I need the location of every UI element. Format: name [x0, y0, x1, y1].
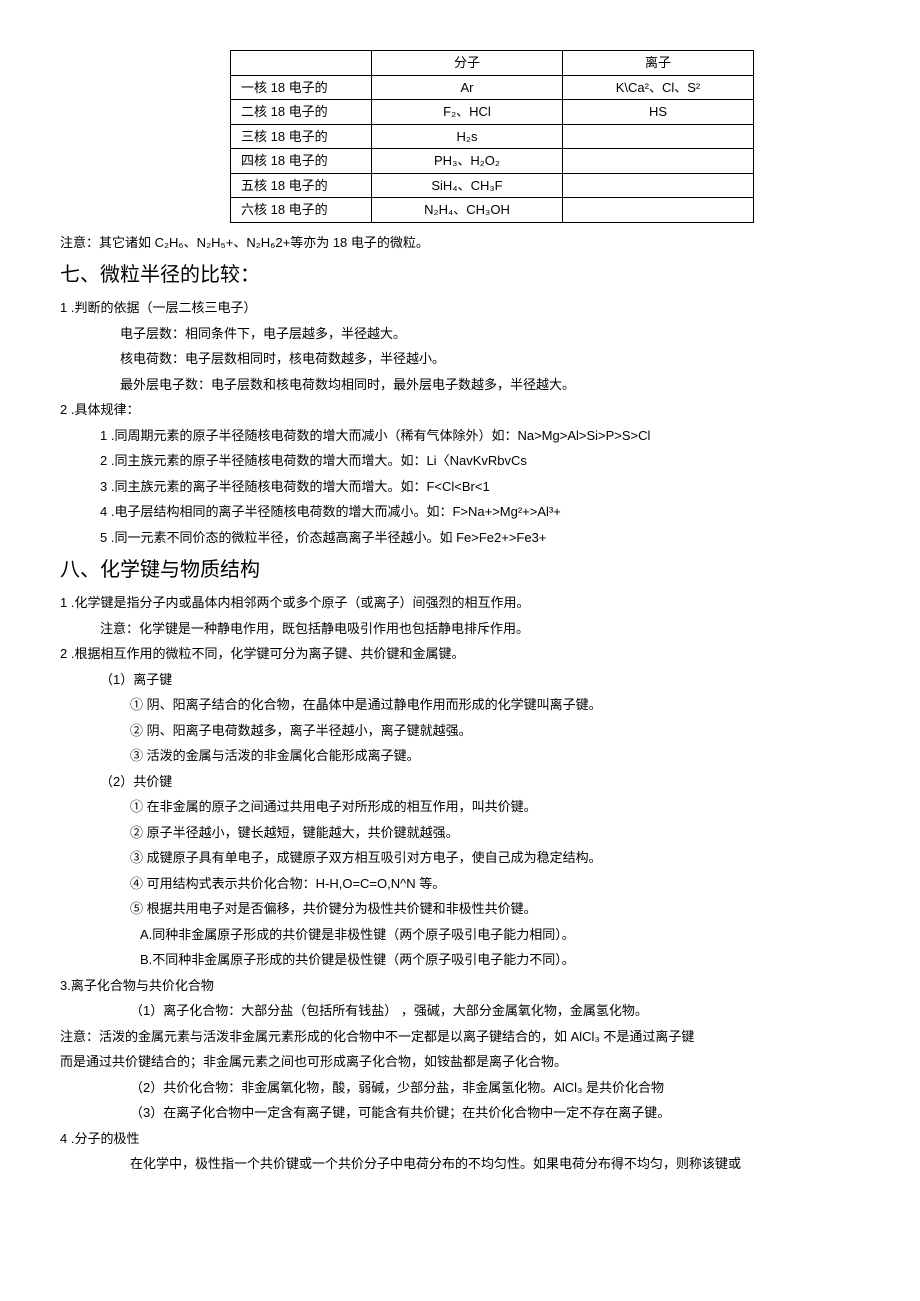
- para-8-2-2a: ① 在非金属的原子之间通过共用电子对所形成的相互作用，叫共价键。: [130, 797, 860, 817]
- header-molecule: 分子: [372, 51, 563, 76]
- para-8-1: 1 .化学键是指分子内或晶体内相邻两个或多个原子（或离子）间强烈的相互作用。: [60, 593, 860, 613]
- para-8-4a: 在化学中，极性指一个共价键或一个共价分子中电荷分布的不均匀性。如果电荷分布得不均…: [130, 1154, 860, 1174]
- para-8-3-note2: 而是通过共价键结合的；非金属元素之间也可形成离子化合物，如铵盐都是离子化合物。: [60, 1052, 860, 1072]
- row-label: 四核 18 电子的: [231, 149, 372, 174]
- cell-ion: [563, 124, 754, 149]
- cell-ion: HS: [563, 100, 754, 125]
- table-header-row: 分子 离子: [231, 51, 754, 76]
- para-8-3-1: （1）离子化合物：大部分盐（包括所有钱盐） ，强碱，大部分金属氧化物，金属氢化物…: [130, 1001, 860, 1021]
- table-row: 五核 18 电子的 SiH₄、CH₃F: [231, 173, 754, 198]
- para-8-4: 4 .分子的极性: [60, 1129, 860, 1149]
- row-label: 六核 18 电子的: [231, 198, 372, 223]
- para-7-1: 1 .判断的依据（一层二核三电子）: [60, 298, 860, 318]
- para-8-2-2d: ④ 可用结构式表示共价化合物：H-H,O=C=O,N^N 等。: [130, 874, 860, 894]
- para-8-3-2: （2）共价化合物：非金属氧化物，酸，弱碱，少部分盐，非金属氢化物。AlCl₃ 是…: [130, 1078, 860, 1098]
- para-7-2b: 2 .同主族元素的原子半径随核电荷数的增大而增大。如：Li〈NavKvRbvCs: [100, 451, 860, 471]
- row-label: 二核 18 电子的: [231, 100, 372, 125]
- para-8-3-3: （3）在离子化合物中一定含有离子键，可能含有共价键；在共价化合物中一定不存在离子…: [130, 1103, 860, 1123]
- para-7-2d: 4 .电子层结构相同的离子半径随核电荷数的增大而减小。如：F>Na+>Mg²+>…: [100, 502, 860, 522]
- para-8-2-1b: ② 阴、阳离子电荷数越多，离子半径越小，离子键就越强。: [130, 721, 860, 741]
- para-8-2-2e: ⑤ 根据共用电子对是否偏移，共价键分为极性共价键和非极性共价键。: [130, 899, 860, 919]
- note-other-particles: 注意：其它诸如 C₂H₆、N₂H₅+、N₂H₆2+等亦为 18 电子的微粒。: [60, 233, 860, 253]
- table-row: 三核 18 电子的 H₂s: [231, 124, 754, 149]
- row-label: 五核 18 电子的: [231, 173, 372, 198]
- para-7-2c: 3 .同主族元素的离子半径随核电荷数的增大而增大。如：F<Cl<Br<1: [100, 477, 860, 497]
- cell-mol: SiH₄、CH₃F: [372, 173, 563, 198]
- para-8-2-2A: A.同种非金属原子形成的共价键是非极性键（两个原子吸引电子能力相同）。: [140, 925, 860, 945]
- cell-mol: H₂s: [372, 124, 563, 149]
- cell-ion: K\Ca²、Cl、S²: [563, 75, 754, 100]
- cell-mol: F₂、HCl: [372, 100, 563, 125]
- para-7-1c: 最外层电子数：电子层数和核电荷数均相同时，最外层电子数越多，半径越大。: [120, 375, 860, 395]
- cell-mol: N₂H₄、CH₃OH: [372, 198, 563, 223]
- para-8-2-2: （2）共价键: [100, 772, 860, 792]
- electron-18-table: 分子 离子 一核 18 电子的 Ar K\Ca²、Cl、S² 二核 18 电子的…: [230, 50, 754, 223]
- cell-ion: [563, 149, 754, 174]
- table-row: 六核 18 电子的 N₂H₄、CH₃OH: [231, 198, 754, 223]
- cell-mol: Ar: [372, 75, 563, 100]
- table-row: 四核 18 电子的 PH₃、H₂O₂: [231, 149, 754, 174]
- table-row: 一核 18 电子的 Ar K\Ca²、Cl、S²: [231, 75, 754, 100]
- heading-section-7: 七、微粒半径的比较：: [60, 260, 860, 290]
- para-8-2-1c: ③ 活泼的金属与活泼的非金属化合能形成离子键。: [130, 746, 860, 766]
- para-8-3-note1: 注意：活泼的金属元素与活泼非金属元素形成的化合物中不一定都是以离子键结合的，如 …: [60, 1027, 860, 1047]
- heading-section-8: 八、化学键与物质结构: [60, 555, 860, 585]
- para-8-2-2B: B.不同种非金属原子形成的共价键是极性键（两个原子吸引电子能力不同）。: [140, 950, 860, 970]
- cell-ion: [563, 173, 754, 198]
- para-8-2: 2 .根据相互作用的微粒不同，化学键可分为离子键、共价键和金属键。: [60, 644, 860, 664]
- para-8-1-note: 注意：化学键是一种静电作用，既包括静电吸引作用也包括静电排斥作用。: [100, 619, 860, 639]
- para-7-2: 2 .具体规律：: [60, 400, 860, 420]
- para-8-3: 3.离子化合物与共价化合物: [60, 976, 860, 996]
- para-8-2-1a: ① 阴、阳离子结合的化合物，在晶体中是通过静电作用而形成的化学键叫离子键。: [130, 695, 860, 715]
- para-7-2e: 5 .同一元素不同价态的微粒半径，价态越高离子半径越小。如 Fe>Fe2+>Fe…: [100, 528, 860, 548]
- para-8-2-1: （1）离子键: [100, 670, 860, 690]
- para-7-1a: 电子层数：相同条件下，电子层越多，半径越大。: [120, 324, 860, 344]
- cell-mol: PH₃、H₂O₂: [372, 149, 563, 174]
- cell-ion: [563, 198, 754, 223]
- para-7-1b: 核电荷数：电子层数相同时，核电荷数越多，半径越小。: [120, 349, 860, 369]
- para-7-2a: 1 .同周期元素的原子半径随核电荷数的增大而减小（稀有气体除外）如：Na>Mg>…: [100, 426, 860, 446]
- row-label: 一核 18 电子的: [231, 75, 372, 100]
- para-8-2-2c: ③ 成键原子具有单电子，成键原子双方相互吸引对方电子，使自己成为稳定结构。: [130, 848, 860, 868]
- table-row: 二核 18 电子的 F₂、HCl HS: [231, 100, 754, 125]
- header-blank: [231, 51, 372, 76]
- row-label: 三核 18 电子的: [231, 124, 372, 149]
- para-8-2-2b: ② 原子半径越小，键长越短，键能越大，共价键就越强。: [130, 823, 860, 843]
- header-ion: 离子: [563, 51, 754, 76]
